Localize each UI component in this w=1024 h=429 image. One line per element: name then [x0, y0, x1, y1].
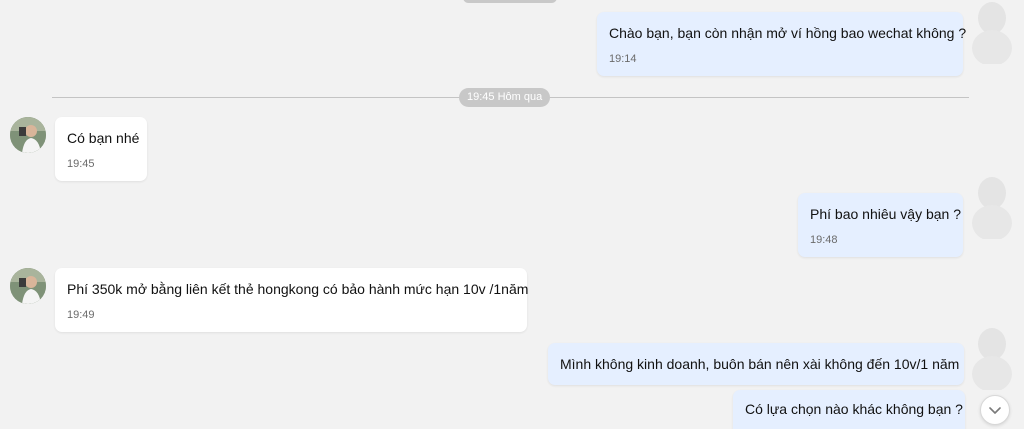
message-bubble-outgoing[interactable]: Phí bao nhiêu vậy bạn ? 19:48	[798, 193, 963, 257]
avatar-image	[10, 117, 46, 153]
message-text: Phí 350k mở bằng liên kết thẻ hongkong c…	[67, 281, 529, 297]
self-avatar-placeholder	[972, 2, 1012, 64]
message-time: 19:49	[67, 309, 95, 321]
message-text: Phí bao nhiêu vậy bạn ?	[810, 206, 962, 222]
contact-avatar[interactable]	[10, 117, 46, 153]
message-text: Mình không kinh doanh, buôn bán nên xài …	[560, 356, 960, 372]
message-text: Chào bạn, bạn còn nhận mở ví hồng bao we…	[609, 25, 967, 41]
message-time: 19:14	[609, 53, 637, 65]
message-bubble-outgoing[interactable]: Mình không kinh doanh, buôn bán nên xài …	[548, 343, 964, 385]
message-bubble-outgoing[interactable]: Có lựa chọn nào khác không bạn ?	[733, 390, 965, 429]
chevron-down-icon	[989, 407, 1001, 414]
avatar-image	[10, 268, 46, 304]
message-time: 19:45	[67, 158, 95, 170]
message-bubble-outgoing[interactable]: Chào bạn, bạn còn nhận mở ví hồng bao we…	[597, 12, 967, 76]
self-avatar-placeholder	[972, 177, 1012, 239]
message-text: Có lựa chọn nào khác không bạn ?	[745, 401, 963, 417]
message-time: 19:48	[810, 234, 838, 246]
scroll-to-bottom-button[interactable]	[980, 395, 1010, 425]
contact-avatar[interactable]	[10, 268, 46, 304]
self-avatar-placeholder	[972, 328, 1012, 390]
date-divider-label: 19:45 Hôm qua	[459, 88, 551, 107]
message-text: Có bạn nhé	[67, 130, 140, 146]
message-bubble-incoming[interactable]: Có bạn nhé 19:45	[55, 117, 147, 181]
previous-date-divider-pill	[463, 0, 557, 3]
message-bubble-incoming[interactable]: Phí 350k mở bằng liên kết thẻ hongkong c…	[55, 268, 529, 332]
